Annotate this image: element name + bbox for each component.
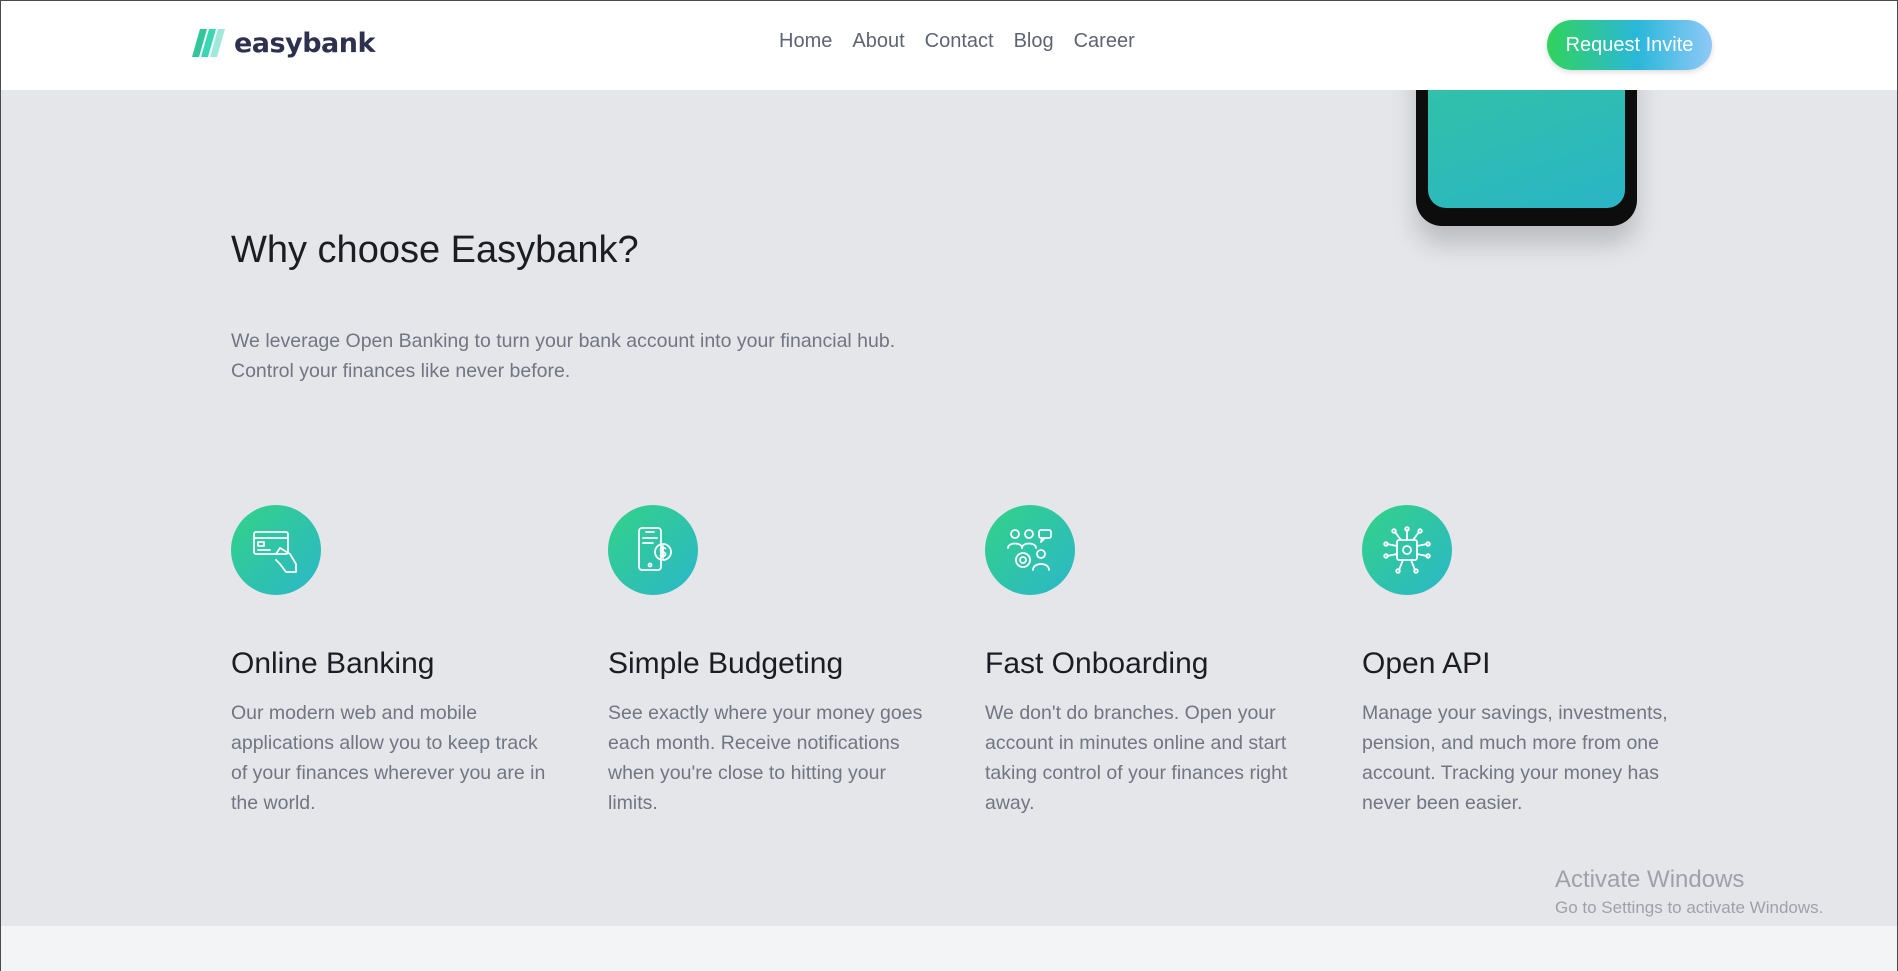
nav-home-link[interactable]: Home (779, 30, 832, 52)
feature-description: We don't do branches. Open your account … (985, 702, 1288, 814)
nav-about-link[interactable]: About (852, 30, 904, 52)
activate-windows-watermark: Activate Windows Go to Settings to activ… (1555, 866, 1823, 918)
onboarding-icon (985, 505, 1075, 595)
feature-title: Open API (1362, 647, 1491, 680)
logo-stripes-icon (192, 29, 225, 57)
section-intro: We leverage Open Banking to turn your ba… (231, 330, 896, 382)
easybank-logo[interactable]: easybank (192, 27, 375, 59)
watermark-subtitle: Go to Settings to activate Windows. (1555, 898, 1824, 917)
feature-description: See exactly where your money goes each m… (608, 702, 923, 814)
feature-description: Our modern web and mobile applications a… (231, 702, 546, 814)
nav-career-link[interactable]: Career (1074, 30, 1135, 52)
feature-description: Manage your savings, investments, pensio… (1362, 702, 1668, 814)
budgeting-icon (608, 505, 698, 595)
features-list: Online Banking Our modern web and mobile… (231, 505, 1739, 818)
feature-title: Online Banking (231, 647, 435, 680)
top-navbar: easybank Home About Contact Blog Career … (1, 1, 1897, 90)
feature-simple-budgeting: Simple Budgeting See exactly where your … (608, 505, 985, 818)
watermark-title: Activate Windows (1555, 866, 1745, 893)
nav-blog-link[interactable]: Blog (1014, 30, 1054, 52)
feature-online-banking: Online Banking Our modern web and mobile… (231, 505, 608, 818)
feature-fast-onboarding: Fast Onboarding We don't do branches. Op… (985, 505, 1362, 818)
online-banking-icon (231, 505, 321, 595)
logo-wordmark: easybank (234, 27, 375, 59)
api-icon (1362, 505, 1452, 595)
footer-strip (1, 926, 1897, 971)
feature-open-api: Open API Manage your savings, investment… (1362, 505, 1739, 818)
feature-title: Fast Onboarding (985, 647, 1209, 680)
section-title: Why choose Easybank? (231, 229, 639, 271)
feature-title: Simple Budgeting (608, 647, 844, 680)
request-invite-button[interactable]: Request Invite (1547, 20, 1712, 70)
main-nav: Home About Contact Blog Career (779, 30, 1135, 53)
nav-contact-link[interactable]: Contact (925, 30, 994, 52)
